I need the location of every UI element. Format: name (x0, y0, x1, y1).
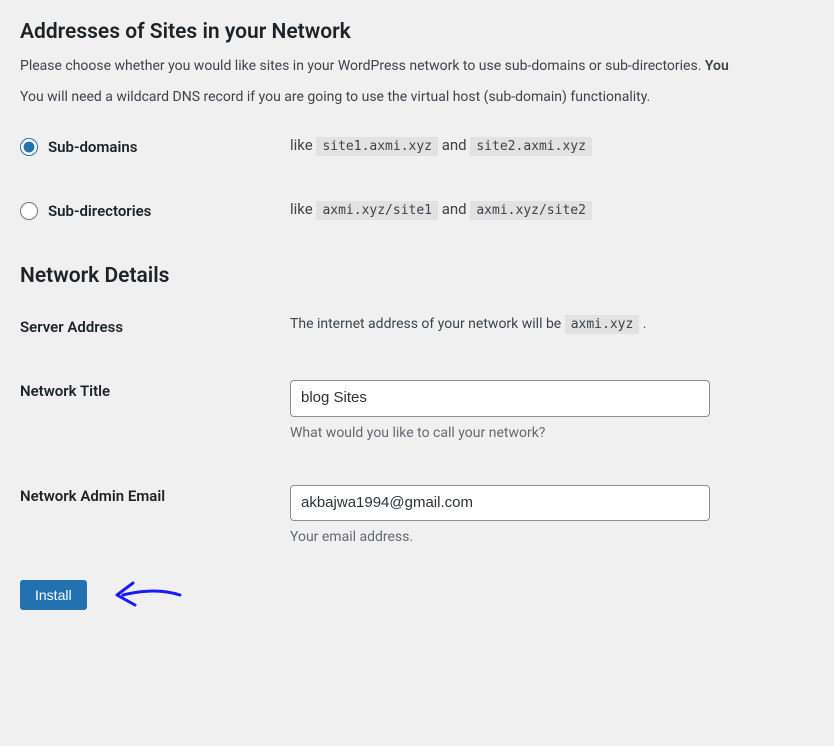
intro-line-2: You will need a wildcard DNS record if y… (20, 87, 814, 108)
subdirectories-example: like axmi.xyz/site1 and axmi.xyz/site2 (290, 200, 814, 218)
network-title-label: Network Title (20, 380, 290, 400)
subdomains-row: Sub-domains like site1.axmi.xyz and site… (20, 136, 814, 156)
addresses-heading: Addresses of Sites in your Network (20, 20, 814, 44)
subdomains-ex2-code: site2.axmi.xyz (470, 137, 592, 156)
subdirectories-row: Sub-directories like axmi.xyz/site1 and … (20, 200, 814, 220)
network-title-row: Network Title What would you like to cal… (20, 380, 814, 441)
install-button[interactable]: Install (20, 580, 87, 610)
server-address-value: The internet address of your network wil… (290, 316, 814, 332)
subdirectories-like: like (290, 200, 316, 218)
subdomains-like: like (290, 136, 316, 154)
server-address-label: Server Address (20, 316, 290, 336)
subdomains-radio-label[interactable]: Sub-domains (20, 138, 137, 156)
subdomains-example: like site1.axmi.xyz and site2.axmi.xyz (290, 136, 814, 154)
intro-line-1-prefix: Please choose whether you would like sit… (20, 58, 705, 74)
network-title-input[interactable] (290, 380, 710, 417)
network-details-heading: Network Details (20, 264, 814, 288)
subdomains-label-text: Sub-domains (48, 138, 137, 156)
server-address-code: axmi.xyz (565, 315, 640, 334)
subdomains-ex1-code: site1.axmi.xyz (316, 137, 438, 156)
subdirectories-ex2-code: axmi.xyz/site2 (470, 201, 592, 220)
annotation-arrow-icon (105, 575, 185, 615)
subdomains-and: and (438, 136, 470, 154)
subdomains-radio[interactable] (20, 138, 38, 156)
subdirectories-and: and (438, 200, 470, 218)
subdirectories-radio[interactable] (20, 202, 38, 220)
subdirectories-radio-label[interactable]: Sub-directories (20, 202, 151, 220)
network-title-help: What would you like to call your network… (290, 425, 814, 441)
subdirectories-ex1-code: axmi.xyz/site1 (316, 201, 438, 220)
submit-row: Install (20, 575, 814, 615)
admin-email-row: Network Admin Email Your email address. (20, 485, 814, 546)
intro-line-1-bold: You (705, 58, 729, 74)
intro-line-1: Please choose whether you would like sit… (20, 56, 814, 77)
admin-email-label: Network Admin Email (20, 485, 290, 505)
admin-email-help: Your email address. (290, 529, 814, 545)
subdirectories-label-text: Sub-directories (48, 202, 151, 220)
server-address-text-after: . (639, 316, 646, 332)
server-address-text-before: The internet address of your network wil… (290, 316, 565, 332)
admin-email-input[interactable] (290, 485, 710, 522)
server-address-row: Server Address The internet address of y… (20, 316, 814, 336)
